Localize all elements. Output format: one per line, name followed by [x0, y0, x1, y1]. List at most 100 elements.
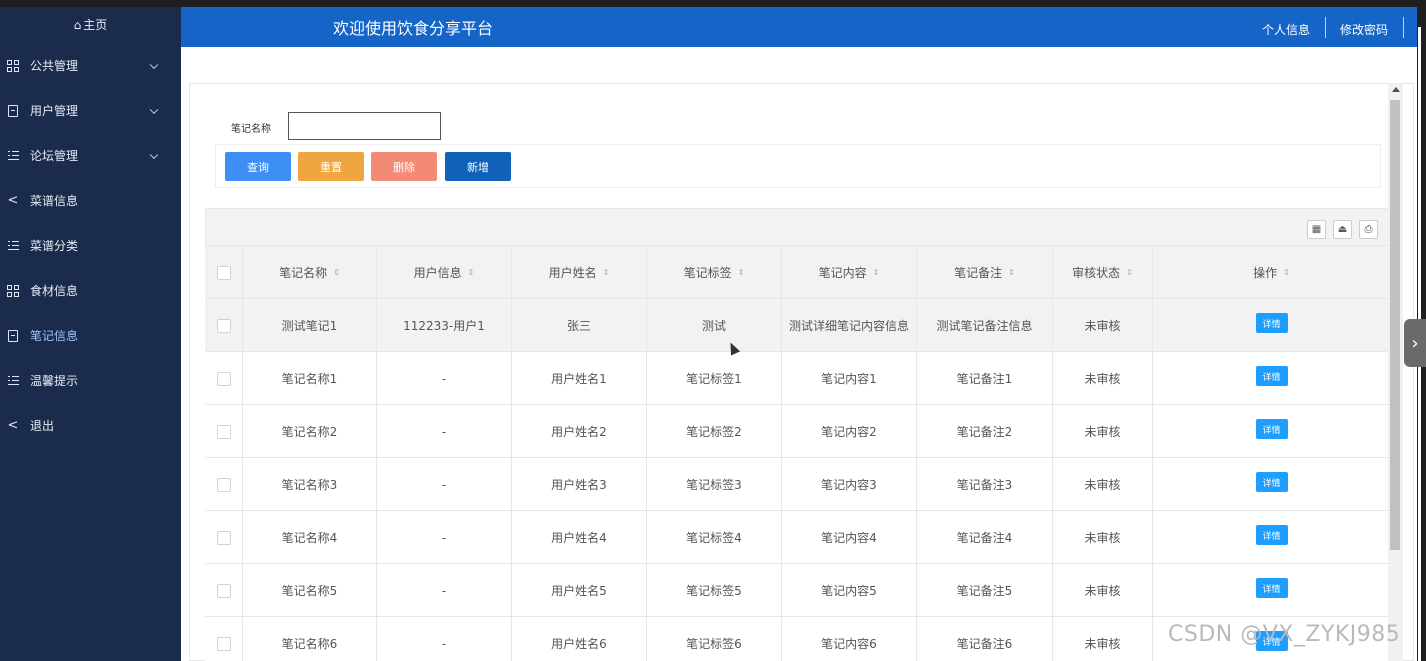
detail-button[interactable]: 详情: [1255, 525, 1288, 545]
sort-icon[interactable]: ⇕: [603, 268, 610, 277]
table-cell: 笔记备注3: [917, 458, 1053, 511]
row-checkbox[interactable]: [216, 318, 231, 333]
action-cell: 详情: [1153, 352, 1391, 405]
table-cell: 笔记备注2: [917, 405, 1053, 458]
sort-icon[interactable]: ⇕: [873, 268, 880, 277]
action-cell: 详情: [1153, 564, 1391, 617]
scrollbar-thumb[interactable]: [1390, 100, 1400, 550]
list-icon: [6, 149, 20, 163]
table-cell: -: [377, 458, 512, 511]
sidebar-item-label: 论坛管理: [30, 149, 79, 163]
row-checkbox[interactable]: [216, 371, 231, 386]
data-table: ▦ ⏏ ⎙ 笔记名称 ⇕ 用户信息 ⇕ 用户姓名 ⇕ 笔记标签 ⇕ 笔记内容 ⇕ 笔记备注 ⇕ 审核状态…: [205, 208, 1391, 661]
sort-icon[interactable]: ⇕: [468, 268, 475, 277]
sidebar-menu: 公共管理 用户管理 论坛管理 < 菜谱信息 菜谱分类 食材信息 笔记信息 温馨提示 < 退出: [0, 43, 181, 448]
table-row[interactable]: 笔记名称4- 用户姓名4 笔记标签4 笔记内容4 笔记备注4 未审核 详情: [205, 511, 1391, 564]
detail-button[interactable]: 详情: [1255, 366, 1288, 386]
sidebar-item[interactable]: 笔记信息: [0, 313, 181, 358]
sidebar-item-label: 菜谱分类: [30, 239, 79, 253]
sidebar-item[interactable]: 菜谱分类: [0, 223, 181, 268]
print-icon[interactable]: ⎙: [1359, 220, 1378, 239]
column-header[interactable]: 笔记内容 ⇕: [782, 246, 917, 299]
note-name-input[interactable]: [288, 112, 441, 140]
reset-button[interactable]: 重置: [298, 152, 364, 181]
sidebar-item[interactable]: 论坛管理: [0, 133, 181, 178]
column-header[interactable]: 审核状态 ⇕: [1053, 246, 1153, 299]
row-checkbox[interactable]: [216, 530, 231, 545]
column-header[interactable]: 笔记名称 ⇕: [243, 246, 377, 299]
select-all-checkbox[interactable]: [216, 265, 231, 280]
detail-button[interactable]: 详情: [1255, 419, 1288, 439]
change-password-link[interactable]: 修改密码: [1340, 21, 1388, 38]
sort-icon[interactable]: ⇕: [1283, 268, 1290, 277]
sidebar-item[interactable]: 食材信息: [0, 268, 181, 313]
sort-icon[interactable]: ⇕: [1008, 268, 1015, 277]
table-cell: 112233-用户1: [377, 299, 512, 352]
add-button[interactable]: 新增: [445, 152, 511, 181]
chevron-down-icon: [149, 150, 159, 159]
sidebar-item-label: 退出: [30, 419, 55, 433]
table-cell: -: [377, 617, 512, 661]
columns-filter-icon[interactable]: ▦: [1307, 220, 1326, 239]
table-cell: 未审核: [1053, 352, 1153, 405]
export-icon[interactable]: ⏏: [1333, 220, 1352, 239]
chevron-right-icon[interactable]: ›: [1404, 319, 1426, 367]
table-cell: 笔记内容6: [782, 617, 917, 661]
sort-icon[interactable]: ⇕: [333, 268, 340, 277]
column-header[interactable]: 用户姓名 ⇕: [512, 246, 647, 299]
action-cell: 详情: [1153, 405, 1391, 458]
sidebar-home[interactable]: ⌂ 主页: [0, 7, 181, 43]
table-row[interactable]: 笔记名称3- 用户姓名3 笔记标签3 笔记内容3 笔记备注3 未审核 详情: [205, 458, 1391, 511]
table-cell: 未审核: [1053, 564, 1153, 617]
sort-icon[interactable]: ⇕: [1126, 268, 1133, 277]
row-checkbox[interactable]: [216, 477, 231, 492]
table-cell: 笔记备注1: [917, 352, 1053, 405]
detail-button[interactable]: 详情: [1255, 313, 1288, 333]
action-button-bar: 查询 重置 删除 新增: [215, 144, 1381, 188]
table-cell: 未审核: [1053, 511, 1153, 564]
row-checkbox[interactable]: [216, 636, 231, 651]
column-header-label: 笔记内容: [818, 266, 867, 280]
detail-button[interactable]: 详情: [1255, 472, 1288, 492]
sidebar: ⌂ 主页 公共管理 用户管理 论坛管理 < 菜谱信息 菜谱分类 食材信息 笔记信息 温馨提示 < 退出: [0, 7, 181, 661]
table-row[interactable]: 测试笔记1 112233-用户1 张三 测试 测试详细笔记内容信息 测试笔记备注信息 未审核…: [205, 299, 1391, 352]
sidebar-item-label: 温馨提示: [30, 374, 79, 388]
grid-icon: [6, 59, 20, 73]
sidebar-item-label: 用户管理: [30, 104, 79, 118]
sidebar-item-label: 笔记信息: [30, 329, 79, 343]
column-header-label: 笔记标签: [683, 266, 732, 280]
query-button[interactable]: 查询: [225, 152, 291, 181]
table-cell: 用户姓名3: [512, 458, 647, 511]
sidebar-item-label: 菜谱信息: [30, 194, 79, 208]
column-header[interactable]: 操作 ⇕: [1153, 246, 1391, 299]
column-header[interactable]: 用户信息 ⇕: [377, 246, 512, 299]
share-icon: <: [7, 193, 19, 208]
sidebar-item[interactable]: < 退出: [0, 403, 181, 448]
main-content: 笔记名称 查询 重置 删除 新增 ▦ ⏏ ⎙ 笔记名称 ⇕ 用户信息 ⇕ 用户姓名 ⇕ 笔记…: [181, 47, 1417, 661]
row-checkbox[interactable]: [216, 583, 231, 598]
table-cell: 未审核: [1053, 617, 1153, 661]
profile-link[interactable]: 个人信息: [1262, 21, 1310, 38]
table-row[interactable]: 笔记名称5- 用户姓名5 笔记标签5 笔记内容5 笔记备注5 未审核 详情: [205, 564, 1391, 617]
column-header[interactable]: 笔记标签 ⇕: [647, 246, 782, 299]
vertical-scrollbar[interactable]: [1388, 83, 1403, 661]
table-row[interactable]: 笔记名称1- 用户姓名1 笔记标签1 笔记内容1 笔记备注1 未审核 详情: [205, 352, 1391, 405]
column-header[interactable]: 笔记备注 ⇕: [917, 246, 1053, 299]
column-header-label: 用户信息: [413, 266, 462, 280]
sidebar-item[interactable]: 温馨提示: [0, 358, 181, 403]
row-checkbox[interactable]: [216, 424, 231, 439]
sidebar-item[interactable]: 公共管理: [0, 43, 181, 88]
sidebar-item-label: 食材信息: [30, 284, 79, 298]
sort-icon[interactable]: ⇕: [738, 268, 745, 277]
row-select-cell: [205, 564, 243, 617]
column-header-label: 笔记名称: [279, 266, 328, 280]
table-cell: -: [377, 405, 512, 458]
delete-button[interactable]: 删除: [371, 152, 437, 181]
sidebar-item[interactable]: 用户管理: [0, 88, 181, 133]
sidebar-item[interactable]: < 菜谱信息: [0, 178, 181, 223]
select-all-cell: [205, 246, 243, 299]
detail-button[interactable]: 详情: [1255, 578, 1288, 598]
table-row[interactable]: 笔记名称2- 用户姓名2 笔记标签2 笔记内容2 笔记备注2 未审核 详情: [205, 405, 1391, 458]
scroll-up-arrow-icon[interactable]: [1392, 87, 1400, 92]
table-toolbar: ▦ ⏏ ⎙: [205, 208, 1391, 246]
